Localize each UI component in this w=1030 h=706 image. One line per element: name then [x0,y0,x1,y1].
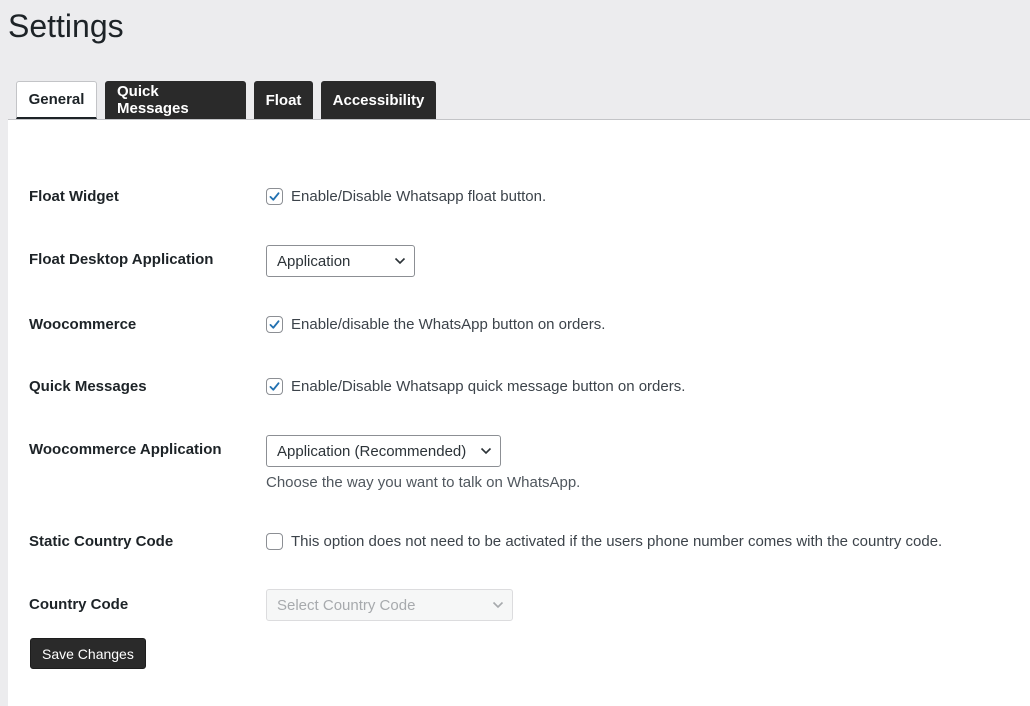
woocommerce-text: Enable/disable the WhatsApp button on or… [291,316,606,333]
float-widget-label: Float Widget [29,188,119,205]
float-widget-checkbox[interactable] [266,188,283,205]
settings-panel: Float Widget Enable/Disable Whatsapp flo… [8,120,1030,706]
tab-quick-messages[interactable]: Quick Messages [105,81,246,119]
quick-messages-text: Enable/Disable Whatsapp quick message bu… [291,378,686,395]
page-title: Settings [8,8,124,44]
country-code-placeholder: Select Country Code [277,596,416,614]
woocommerce-checkbox[interactable] [266,316,283,333]
woocommerce-application-value: Application (Recommended) [277,442,467,460]
country-code-select: Select Country Code [266,589,513,621]
chevron-down-icon [480,447,492,455]
float-desktop-application-select[interactable]: Application [266,245,415,277]
checkmark-icon [269,320,280,329]
tab-accessibility[interactable]: Accessibility [321,81,436,119]
tab-bar: General Quick Messages Float Accessibili… [16,81,436,119]
float-widget-text: Enable/Disable Whatsapp float button. [291,188,547,205]
woocommerce-label: Woocommerce [29,316,137,333]
chevron-down-icon [492,601,504,609]
country-code-label: Country Code [29,596,129,613]
quick-messages-checkbox[interactable] [266,378,283,395]
checkmark-icon [269,382,280,391]
quick-messages-label: Quick Messages [29,378,147,395]
static-country-code-text: This option does not need to be activate… [291,533,943,550]
checkmark-icon [269,192,280,201]
woocommerce-application-description: Choose the way you want to talk on Whats… [266,474,581,491]
static-country-code-label: Static Country Code [29,533,174,550]
float-desktop-application-value: Application [277,252,351,270]
tab-float[interactable]: Float [254,81,313,119]
woocommerce-application-label: Woocommerce Application [29,441,222,458]
woocommerce-application-select[interactable]: Application (Recommended) [266,435,501,467]
chevron-down-icon [394,257,406,265]
tab-general[interactable]: General [16,81,97,119]
static-country-code-checkbox[interactable] [266,533,283,550]
save-changes-button[interactable]: Save Changes [30,638,146,669]
float-desktop-application-label: Float Desktop Application [29,251,214,268]
